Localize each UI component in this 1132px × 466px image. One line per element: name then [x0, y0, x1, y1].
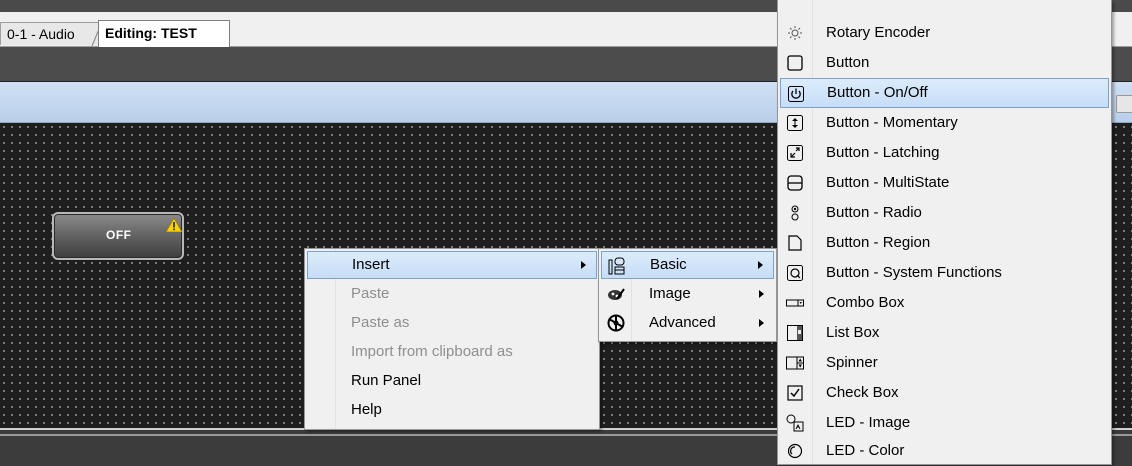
menu-item-check-box[interactable]: Check Box [780, 378, 1109, 408]
region-icon [788, 235, 802, 251]
menu-item-label: Button - System Functions [826, 264, 1002, 281]
menu-item-label: LED - Color [826, 442, 905, 459]
header-button[interactable] [1116, 95, 1132, 113]
menu-item-label: Help [351, 401, 382, 418]
menu-item-button-on-off[interactable]: Button - On/Off [780, 78, 1109, 108]
menu-item-import-from-clipboard[interactable]: Import from clipboard as [307, 338, 597, 366]
submenu-arrow-icon [758, 261, 763, 269]
system-functions-icon [787, 265, 803, 281]
menu-item-basic[interactable]: Basic [601, 251, 774, 279]
menu-item-label: Button - On/Off [827, 84, 928, 101]
menu-item-label: Button [826, 54, 870, 71]
menu-item-label: Check Box [826, 384, 899, 401]
menu-item-label: Insert [352, 256, 390, 273]
insert-submenu: Basic Image Advanced [598, 248, 777, 342]
list-box-icon [787, 325, 803, 341]
menu-item-led-image[interactable]: LED - Image [780, 408, 1109, 438]
menu-item-label: Button - Latching [826, 144, 940, 161]
menu-item-label: Image [649, 285, 691, 302]
menu-item-button-momentary[interactable]: Button - Momentary [780, 108, 1109, 138]
menu-item-label: Rotary Encoder [826, 24, 931, 41]
tab-label: 0-1 - Audio [7, 26, 75, 42]
basic-submenu: Rotary Encoder Button Button - On/Off Bu… [777, 0, 1112, 465]
warning-icon [166, 218, 182, 232]
menu-item-label: Button - MultiState [826, 174, 950, 191]
menu-item-button-radio[interactable]: Button - Radio [780, 198, 1109, 228]
power-icon [788, 86, 804, 102]
menu-item-paste[interactable]: Paste [307, 280, 597, 308]
menu-item-combo-box[interactable]: Combo Box [780, 288, 1109, 318]
latching-icon [787, 145, 803, 161]
rotary-encoder-icon [788, 26, 802, 40]
menu-item-label: LED - Image [826, 414, 911, 431]
combo-box-icon [786, 299, 804, 307]
radio-icon [791, 205, 799, 221]
menu-item-image[interactable]: Image [601, 280, 774, 308]
menu-item-label: Button - Region [826, 234, 931, 251]
menu-item-label: Advanced [649, 314, 716, 331]
menu-item-label: Paste [351, 285, 390, 302]
menu-item-help[interactable]: Help [307, 396, 597, 424]
menu-item-button[interactable]: Button [780, 48, 1109, 78]
menu-item-list-box[interactable]: List Box [780, 318, 1109, 348]
basic-icon [608, 257, 625, 275]
momentary-icon [787, 115, 803, 131]
menu-item-button-multistate[interactable]: Button - MultiState [780, 168, 1109, 198]
menu-item-advanced[interactable]: Advanced [601, 309, 774, 337]
menu-item-label: Button - Momentary [826, 114, 958, 131]
menu-item-button-system-functions[interactable]: Button - System Functions [780, 258, 1109, 288]
multistate-icon [787, 175, 803, 191]
menu-item-insert[interactable]: Insert [307, 251, 597, 279]
menu-item-label: Import from clipboard as [351, 343, 513, 360]
off-button-label: OFF [106, 228, 132, 242]
button-icon [787, 55, 803, 71]
led-color-icon [787, 443, 803, 459]
context-menu: Insert Paste Paste as Import from clipbo… [304, 248, 600, 430]
menu-item-button-latching[interactable]: Button - Latching [780, 138, 1109, 168]
image-icon [608, 288, 625, 300]
advanced-icon [607, 314, 625, 332]
check-box-icon [787, 385, 803, 401]
spinner-icon [786, 356, 804, 370]
submenu-arrow-icon [759, 290, 764, 298]
menu-item-label: Paste as [351, 314, 410, 331]
menu-item-rotary-encoder[interactable]: Rotary Encoder [780, 18, 1109, 48]
menu-item-label: List Box [826, 324, 880, 341]
menu-item-run-panel[interactable]: Run Panel [307, 367, 597, 395]
menu-item-label: Run Panel [351, 372, 422, 389]
menu-item-label: Spinner [826, 354, 878, 371]
submenu-arrow-icon [581, 261, 586, 269]
menu-item-spinner[interactable]: Spinner [780, 348, 1109, 378]
menu-item-button-region[interactable]: Button - Region [780, 228, 1109, 258]
tab-editing[interactable]: Editing: TEST [98, 20, 230, 47]
off-button[interactable]: OFF [52, 212, 184, 260]
menu-item-label: Basic [650, 256, 687, 273]
submenu-arrow-icon [759, 319, 764, 327]
tab-label: Editing: TEST [105, 25, 197, 41]
menu-item-label: Combo Box [826, 294, 905, 311]
menu-item-led-color[interactable]: LED - Color [780, 436, 1109, 466]
menu-item-label: Button - Radio [826, 204, 922, 221]
menu-item-paste-as[interactable]: Paste as [307, 309, 597, 337]
led-image-icon [786, 414, 804, 432]
